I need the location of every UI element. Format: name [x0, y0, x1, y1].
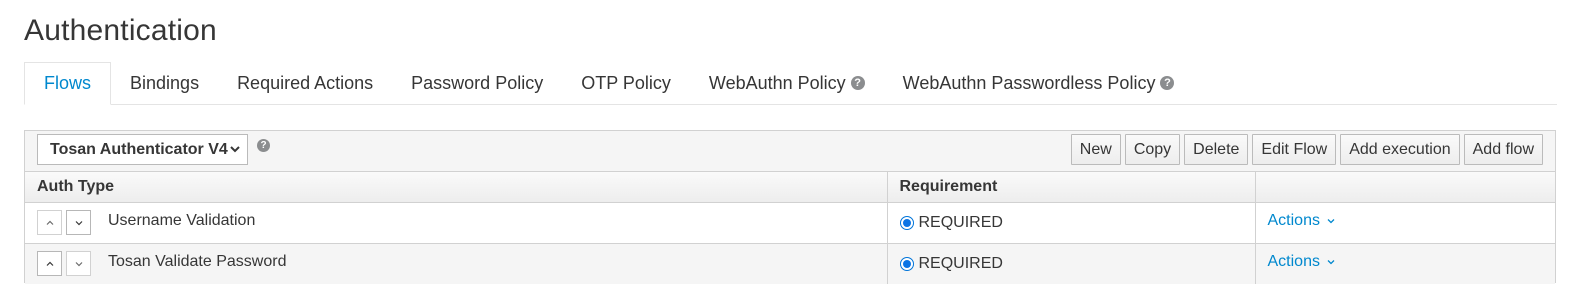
tab-webauthn-policy[interactable]: WebAuthn Policy ?: [690, 62, 884, 104]
move-up-button[interactable]: [37, 251, 62, 277]
requirement-cell: REQUIRED: [886, 243, 1255, 284]
table-header-row: Auth Type Requirement: [25, 172, 1555, 203]
actions-cell: Actions: [1254, 202, 1555, 244]
flow-select[interactable]: Tosan Authenticator V4: [37, 134, 248, 165]
new-button[interactable]: New: [1070, 134, 1121, 165]
question-circle-icon[interactable]: ?: [850, 76, 865, 90]
column-header-auth-type: Auth Type: [25, 172, 887, 203]
copy-button[interactable]: Copy: [1124, 134, 1181, 165]
tab-bar: Flows Bindings Required Actions Password…: [24, 62, 1557, 105]
delete-button[interactable]: Delete: [1184, 134, 1249, 165]
actions-dropdown[interactable]: Actions: [1268, 212, 1336, 230]
add-flow-button[interactable]: Add flow: [1463, 134, 1543, 165]
chevron-down-icon: [75, 261, 82, 267]
move-up-button[interactable]: [37, 210, 62, 235]
chevron-down-icon: [75, 220, 82, 225]
requirement-label: REQUIRED: [918, 213, 1003, 231]
tab-password-policy[interactable]: Password Policy: [392, 62, 562, 104]
tab-label: WebAuthn Policy: [708, 72, 846, 93]
actions-dropdown[interactable]: Actions: [1268, 253, 1336, 271]
flow-button-group: New Copy Delete Edit Flow Add execution …: [1070, 134, 1543, 165]
tab-label: Flows: [44, 73, 92, 93]
actions-label: Actions: [1267, 252, 1320, 270]
chevron-down-icon: [230, 146, 240, 153]
edit-flow-button[interactable]: Edit Flow: [1252, 134, 1337, 165]
requirement-radio[interactable]: [899, 256, 914, 271]
tab-required-actions[interactable]: Required Actions: [218, 62, 392, 104]
move-down-button[interactable]: [66, 210, 91, 235]
tab-flows[interactable]: Flows: [24, 62, 112, 105]
column-header-requirement: Requirement: [886, 172, 1255, 203]
chevron-up-icon: [46, 261, 53, 266]
flow-toolbar: Tosan Authenticator V4 ? New Copy Delete…: [25, 131, 1555, 172]
page-title: Authentication: [24, 14, 217, 47]
table-row: Username Validation REQUIRED Actions: [25, 202, 1555, 244]
column-header-actions: [1254, 172, 1555, 203]
tab-label: Bindings: [130, 72, 200, 93]
add-execution-button[interactable]: Add execution: [1340, 134, 1460, 165]
requirement-label: REQUIRED: [918, 254, 1003, 272]
tab-webauthn-passwordless-policy[interactable]: WebAuthn Passwordless Policy ?: [884, 62, 1194, 104]
tab-label: Required Actions: [237, 72, 374, 93]
tab-otp-policy[interactable]: OTP Policy: [562, 62, 690, 104]
flow-panel: Tosan Authenticator V4 ? New Copy Delete…: [24, 130, 1556, 284]
auth-type-cell: Username Validation: [25, 202, 887, 244]
actions-label: Actions: [1267, 211, 1320, 229]
tab-label: Password Policy: [411, 72, 544, 93]
flow-select-value: Tosan Authenticator V4: [50, 140, 228, 158]
chevron-down-icon: [1327, 218, 1335, 223]
auth-type-label: Username Validation: [108, 211, 256, 229]
executions-table: Auth Type Requirement Username Validatio…: [25, 172, 1555, 284]
actions-cell: Actions: [1254, 243, 1555, 284]
auth-type-cell: Tosan Validate Password: [25, 243, 887, 284]
table-row: Tosan Validate Password REQUIRED Actions: [25, 243, 1555, 284]
tab-label: WebAuthn Passwordless Policy: [902, 72, 1156, 93]
tab-label: OTP Policy: [581, 72, 671, 93]
move-down-button[interactable]: [66, 251, 91, 277]
requirement-cell: REQUIRED: [886, 202, 1255, 244]
auth-type-label: Tosan Validate Password: [108, 252, 287, 270]
question-circle-icon[interactable]: ?: [257, 139, 270, 152]
requirement-radio[interactable]: [899, 215, 914, 230]
tab-bindings[interactable]: Bindings: [111, 62, 218, 104]
chevron-down-icon: [1327, 259, 1335, 265]
question-circle-icon[interactable]: ?: [1160, 76, 1175, 90]
chevron-up-icon: [46, 220, 53, 225]
